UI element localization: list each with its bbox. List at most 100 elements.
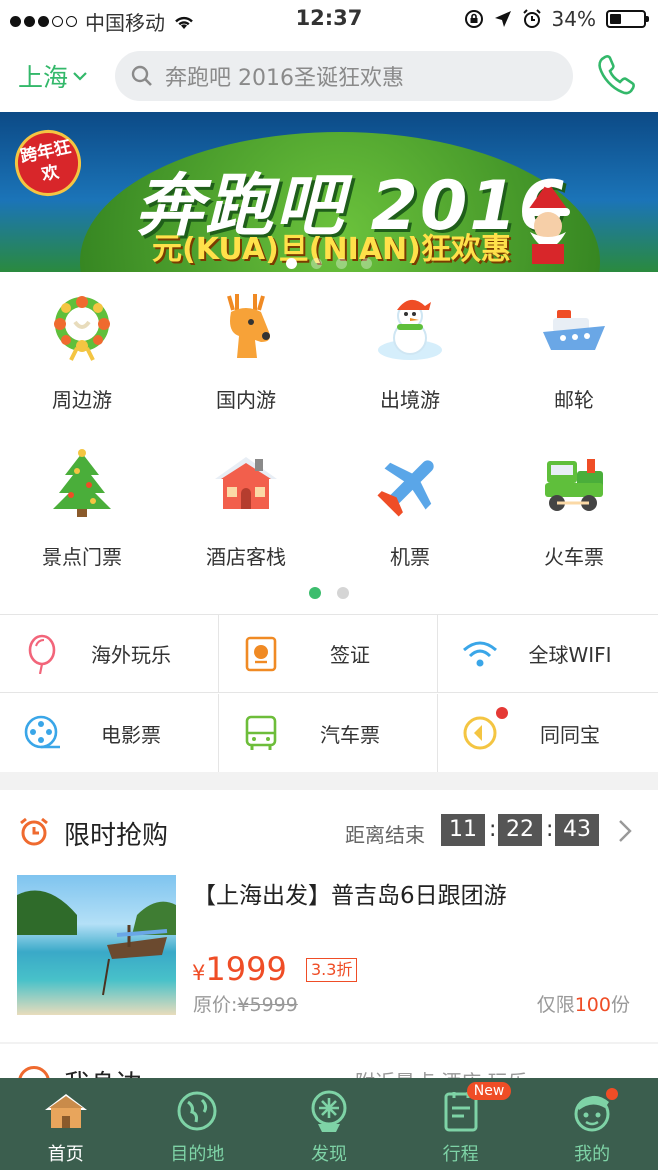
wallet-icon — [463, 707, 508, 750]
discover-icon — [311, 1090, 347, 1132]
grid-item-train[interactable]: 火车票 — [492, 429, 656, 585]
banner-page-dot[interactable] — [286, 258, 297, 269]
countdown-label: 距离结束 — [345, 823, 425, 847]
service-label: 电影票 — [101, 722, 161, 747]
house-icon — [215, 457, 277, 509]
tab-label: 行程 — [442, 1144, 479, 1165]
new-badge: New — [466, 1082, 512, 1100]
grid-item-tickets[interactable]: 景点门票 — [0, 429, 164, 585]
banner-page-dot[interactable] — [311, 258, 322, 269]
balloon-icon — [28, 634, 56, 674]
grid-pager — [0, 587, 658, 599]
grid-item-label: 酒店客栈 — [206, 545, 286, 569]
wreath-icon — [54, 296, 110, 361]
bottom-tab-bar: 首页 目的地 发现 行程 New 我的 — [0, 1078, 658, 1170]
search-icon — [131, 65, 152, 86]
tab-discover[interactable]: 发现 — [263, 1078, 395, 1170]
city-label: 上海 — [18, 63, 69, 92]
tab-itinerary[interactable]: 行程 New — [395, 1078, 527, 1170]
tab-destination[interactable]: 目的地 — [132, 1078, 264, 1170]
grid-item-domestic[interactable]: 国内游 — [164, 272, 328, 428]
service-label: 全球WIFI — [528, 643, 612, 667]
grid-item-label: 景点门票 — [42, 545, 122, 569]
service-label: 签证 — [330, 643, 370, 667]
tab-label: 目的地 — [170, 1144, 225, 1165]
cruise-ship-icon — [543, 310, 605, 350]
home-icon — [44, 1094, 87, 1128]
grid-page-dot[interactable] — [337, 587, 349, 599]
product-price: ¥1999 — [192, 950, 287, 988]
countdown-colon: : — [489, 817, 497, 842]
price-value: 1999 — [205, 950, 287, 988]
alarm-icon — [522, 9, 541, 28]
service-label: 海外玩乐 — [91, 643, 171, 667]
category-grid: 周边游 国内游 出境游 邮轮 景点门票 酒店客栈 机票 火车票 — [0, 272, 658, 614]
grid-item-label: 邮轮 — [554, 388, 594, 412]
original-price: 原价:¥5999 — [193, 990, 298, 1017]
christmas-tree-icon — [53, 449, 111, 517]
service-bus-tickets[interactable]: 汽车票 — [219, 694, 438, 772]
banner-badge: 跨年狂欢 — [8, 123, 88, 203]
city-selector[interactable]: 上海 — [18, 58, 88, 94]
countdown-minutes: 22 — [498, 814, 542, 846]
countdown-hours: 11 — [441, 814, 485, 846]
bus-icon — [245, 715, 277, 750]
snowman-icon — [378, 299, 442, 360]
product-image[interactable] — [17, 875, 176, 1015]
service-label: 汽车票 — [320, 722, 380, 747]
battery-percent: 34% — [551, 7, 596, 31]
service-global-wifi[interactable]: 全球WIFI — [438, 615, 658, 693]
airplane-icon — [377, 460, 434, 517]
original-price-label: 原价: — [193, 994, 238, 1016]
banner-page-dot[interactable] — [361, 258, 372, 269]
banner-page-dot[interactable] — [336, 258, 347, 269]
flash-sale-title: 限时抢购 — [64, 821, 169, 851]
tab-label: 首页 — [47, 1144, 84, 1165]
grid-item-abroad[interactable]: 出境游 — [328, 272, 492, 428]
grid-item-label: 机票 — [390, 545, 430, 569]
tab-home[interactable]: 首页 — [0, 1078, 132, 1170]
grid-page-dot[interactable] — [309, 587, 321, 599]
grid-item-label: 火车票 — [544, 545, 604, 569]
grid-item-label: 周边游 — [52, 388, 112, 412]
deer-icon — [227, 294, 270, 358]
wifi-icon — [463, 641, 497, 666]
service-tongtongbao[interactable]: 同同宝 — [438, 694, 658, 772]
limit-suffix: 份 — [610, 994, 630, 1016]
header: 上海 奔跑吧 2016圣诞狂欢惠 — [0, 40, 658, 112]
location-icon — [494, 11, 511, 27]
promo-banner[interactable]: 跨年狂欢 奔跑吧 2016 元(KUA)旦(NIAN)狂欢惠 — [0, 112, 658, 272]
countdown-colon: : — [546, 817, 554, 842]
grid-item-flight[interactable]: 机票 — [328, 429, 492, 585]
film-reel-icon — [24, 715, 60, 749]
grid-item-label: 国内游 — [216, 388, 276, 412]
santa-icon — [526, 180, 570, 264]
service-visa[interactable]: 签证 — [219, 615, 438, 693]
price-currency: ¥ — [192, 961, 206, 985]
limit-count: 100 — [574, 994, 611, 1016]
tab-profile[interactable]: 我的 — [526, 1078, 658, 1170]
grid-item-label: 出境游 — [380, 388, 440, 412]
globe-icon — [177, 1091, 217, 1131]
original-price-value: ¥5999 — [237, 994, 298, 1016]
banner-pager — [0, 258, 658, 269]
grid-item-hotel[interactable]: 酒店客栈 — [164, 429, 328, 585]
grid-item-cruise[interactable]: 邮轮 — [492, 272, 656, 428]
tab-label: 发现 — [310, 1144, 347, 1165]
search-placeholder: 奔跑吧 2016圣诞狂欢惠 — [165, 66, 404, 91]
phone-icon[interactable] — [596, 53, 636, 97]
limit-prefix: 仅限 — [536, 994, 575, 1016]
chevron-right-icon[interactable] — [616, 818, 634, 844]
alarm-clock-icon — [20, 817, 48, 846]
beach-boat-image — [17, 890, 176, 996]
status-bar: 中国移动 12:37 34% — [0, 0, 658, 40]
tab-label: 我的 — [574, 1144, 611, 1165]
service-overseas-fun[interactable]: 海外玩乐 — [0, 615, 219, 693]
passport-icon — [245, 636, 277, 671]
service-movie-tickets[interactable]: 电影票 — [0, 694, 219, 772]
product-title[interactable]: 【上海出发】普吉岛6日跟团游 — [193, 876, 507, 910]
grid-item-nearby[interactable]: 周边游 — [0, 272, 164, 428]
search-input[interactable]: 奔跑吧 2016圣诞狂欢惠 — [115, 51, 573, 101]
flash-sale-section: 限时抢购 距离结束 11 : 22 : 43 【上海出发】普吉岛6日跟团游 ¥1… — [0, 790, 658, 1042]
battery-icon — [606, 10, 649, 28]
